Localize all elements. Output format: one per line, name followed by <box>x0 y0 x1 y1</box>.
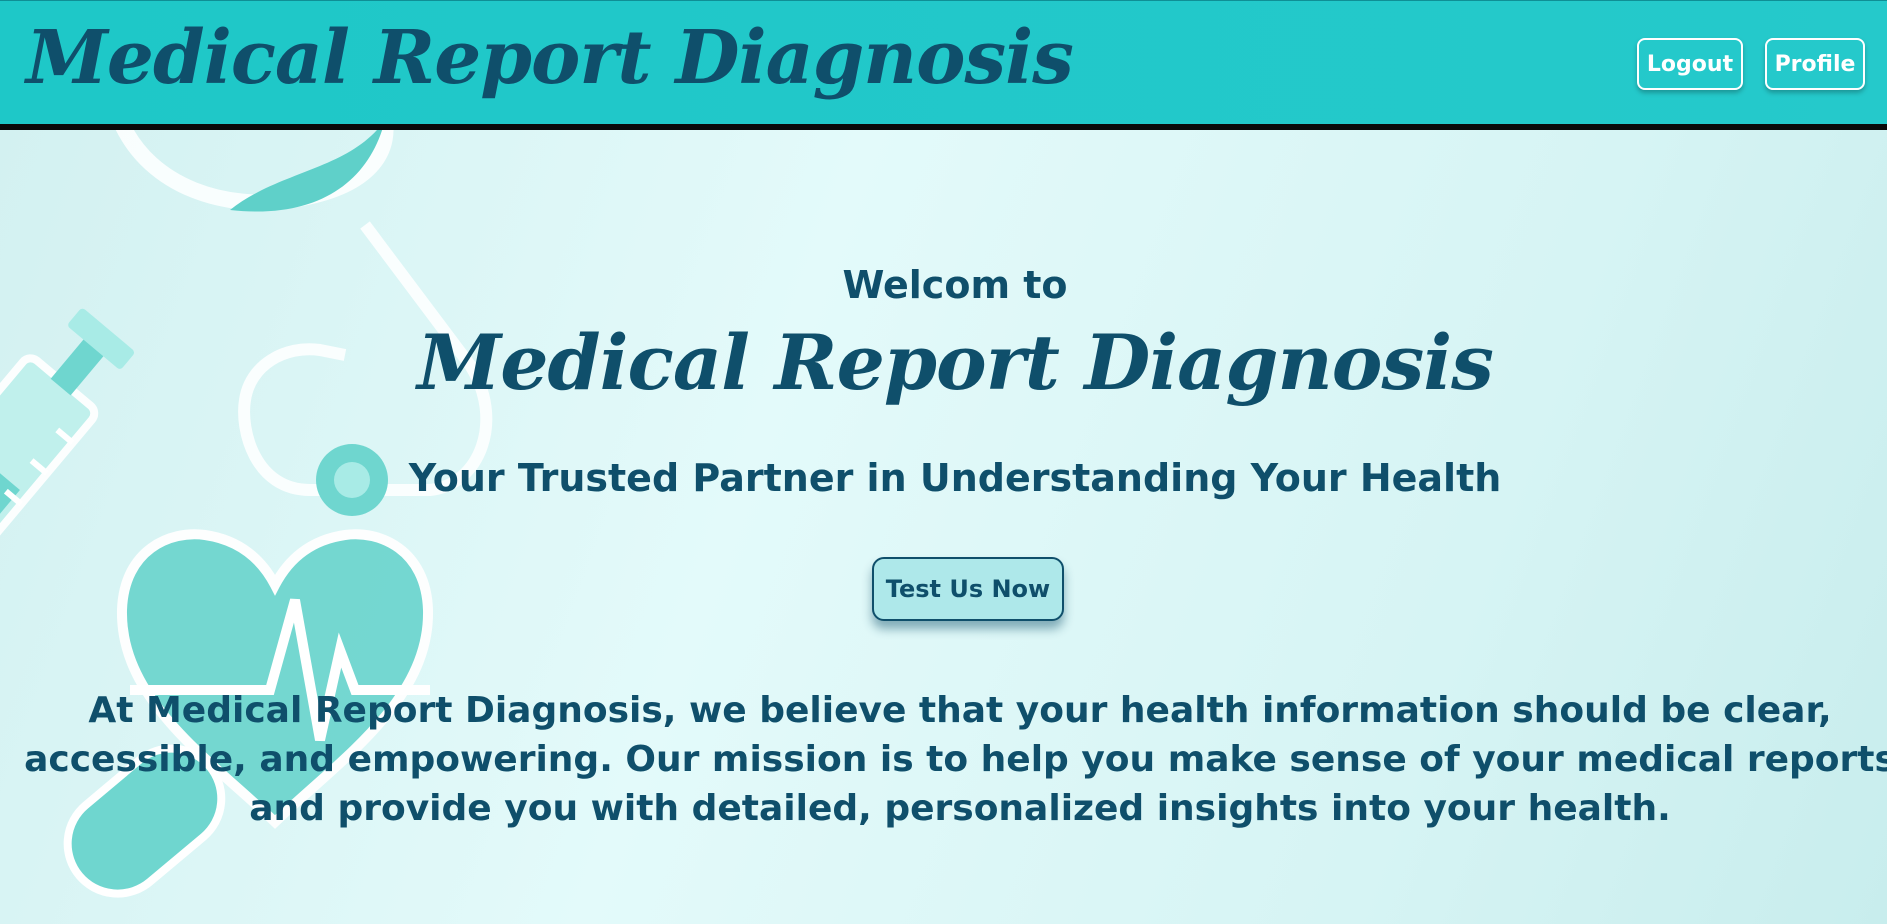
brand-title: Medical Report Diagnosis <box>26 15 1074 101</box>
tagline: Your Trusted Partner in Understanding Yo… <box>408 456 1502 500</box>
mission-statement: At Medical Report Diagnosis, we believe … <box>24 690 1887 829</box>
hero-section: Welcom to Medical Report Diagnosis Your … <box>0 130 1887 924</box>
logout-button[interactable]: Logout <box>1637 38 1743 90</box>
profile-button[interactable]: Profile <box>1765 38 1865 90</box>
top-navbar: Medical Report Diagnosis Logout Profile <box>0 0 1887 130</box>
hero-title: Medical Report Diagnosis <box>417 318 1494 407</box>
test-us-now-button[interactable]: Test Us Now <box>872 557 1064 621</box>
welcome-heading: Welcom to <box>842 263 1068 307</box>
